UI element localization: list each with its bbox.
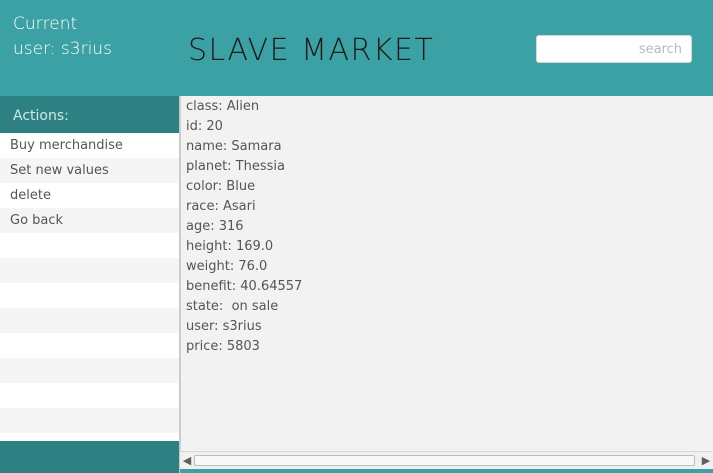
detail-weight: weight: 76.0: [186, 259, 268, 274]
detail-name: name: Samara: [186, 139, 282, 154]
current-user-info: Current user: s3rius: [13, 12, 112, 62]
detail-planet: planet: Thessia: [186, 159, 285, 174]
action-set-new-values[interactable]: Set new values: [0, 158, 179, 183]
actions-heading: Actions:: [0, 96, 179, 133]
empty-action-row: [0, 383, 179, 408]
empty-action-row: [0, 258, 179, 283]
detail-height: height: 169.0: [186, 239, 274, 254]
detail-benefit: benefit: 40.64557: [186, 279, 303, 294]
detail-class: class: Alien: [186, 99, 260, 114]
scrollbar-thumb[interactable]: [194, 455, 695, 466]
item-details: class: Alien id: 20 name: Samara planet:…: [180, 96, 713, 451]
sidebar-footer: [0, 441, 179, 473]
horizontal-scrollbar[interactable]: ◀ ▶: [180, 451, 713, 469]
actions-list: Buy merchandise Set new values delete Go…: [0, 133, 179, 433]
page-title: SLAVE MARKET: [188, 33, 435, 68]
empty-action-row: [0, 308, 179, 333]
bottom-strip: [180, 469, 713, 473]
empty-action-row: [0, 233, 179, 258]
detail-race: race: Asari: [186, 199, 256, 214]
detail-price: price: 5803: [186, 339, 260, 354]
detail-age: age: 316: [186, 219, 244, 234]
scroll-right-icon[interactable]: ▶: [699, 453, 713, 469]
current-user-label: Current: [13, 14, 78, 34]
search-input[interactable]: [536, 35, 692, 63]
scroll-left-icon[interactable]: ◀: [180, 453, 194, 469]
action-delete[interactable]: delete: [0, 183, 179, 208]
header: Current user: s3rius SLAVE MARKET: [0, 0, 713, 96]
detail-user: user: s3rius: [186, 319, 262, 334]
actions-sidebar: Actions: Buy merchandise Set new values …: [0, 96, 180, 473]
empty-action-row: [0, 283, 179, 308]
detail-id: id: 20: [186, 119, 223, 134]
current-user-name: user: s3rius: [13, 39, 112, 59]
detail-state: state: on sale: [186, 299, 279, 314]
detail-color: color: Blue: [186, 179, 256, 194]
empty-action-row: [0, 333, 179, 358]
action-go-back[interactable]: Go back: [0, 208, 179, 233]
empty-action-row: [0, 408, 179, 433]
empty-action-row: [0, 358, 179, 383]
action-buy-merchandise[interactable]: Buy merchandise: [0, 133, 179, 158]
